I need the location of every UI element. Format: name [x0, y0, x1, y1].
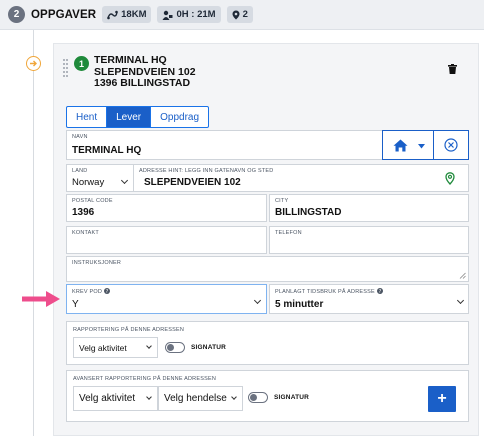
stop-name: TERMINAL HQ	[94, 54, 167, 66]
header-title: OPPGAVER	[31, 8, 97, 21]
country-select[interactable]: LAND Norway	[66, 164, 134, 192]
home-icon	[393, 139, 408, 152]
duration-chip: 0H : 21M	[157, 6, 221, 23]
chevron-down-icon	[456, 296, 465, 305]
timeline-line	[33, 30, 34, 436]
name-field[interactable]: NAVN TERMINAL HQ	[66, 130, 383, 160]
pod-label: KREV POD ?	[72, 288, 110, 295]
city-field[interactable]: CITY BILLINGSTAD	[269, 194, 469, 222]
name-label: NAVN	[72, 134, 88, 140]
tab-hent[interactable]: Hent	[67, 107, 108, 127]
postal-code-field[interactable]: POSTAL CODE 1396	[66, 194, 267, 222]
advanced-signature-toggle[interactable]	[248, 392, 268, 403]
reporting-activity-select[interactable]: Velg aktivitet	[73, 337, 158, 358]
home-dropdown-button[interactable]	[382, 130, 434, 160]
drag-handle-icon[interactable]	[63, 59, 69, 77]
chevron-down-icon	[418, 144, 425, 149]
advanced-event-select[interactable]: Velg hendelse	[158, 386, 243, 411]
stops-chip: 2	[226, 6, 253, 23]
chevron-down-icon	[146, 343, 152, 349]
stop-address: TERMINAL HQ SLEPENDVEIEN 102 1396 BILLIN…	[94, 54, 196, 90]
svg-text:?: ?	[105, 289, 108, 294]
advanced-signature-label: SIGNATUR	[274, 394, 310, 401]
tab-lever[interactable]: Lever	[107, 107, 152, 127]
reporting-signature-label: SIGNATUR	[191, 344, 227, 351]
country-value: Norway	[72, 177, 105, 188]
advanced-event-value: Velg hendelse	[164, 393, 227, 404]
instructions-textarea[interactable]: INSTRUKSJONER	[66, 256, 469, 282]
planned-time-select[interactable]: PLANLAGT TIDSBRUK PÅ ADRESSE ? 5 minutte…	[269, 284, 469, 314]
location-pin-icon[interactable]	[445, 172, 455, 185]
chevron-down-icon	[146, 394, 152, 400]
postal-code-value: 1396	[72, 207, 95, 218]
contact-label: KONTAKT	[72, 230, 99, 236]
svg-text:?: ?	[378, 289, 381, 294]
duration-value: 0H : 21M	[176, 9, 216, 20]
resize-handle-icon[interactable]	[459, 272, 466, 279]
help-icon[interactable]: ?	[103, 288, 110, 295]
planned-time-label: PLANLAGT TIDSBRUK PÅ ADRESSE ?	[275, 288, 383, 295]
add-report-button[interactable]: +	[428, 386, 456, 412]
planned-time-value: 5 minutter	[275, 299, 324, 310]
step-number-badge: 2	[8, 6, 25, 23]
address-label: ADRESSE HINT: LEGG INN GATENAVN OG STED	[139, 168, 274, 174]
reporting-label: RAPPORTERING PÅ DENNE ADRESSEN	[73, 327, 185, 333]
trash-icon[interactable]	[448, 64, 457, 74]
stops-value: 2	[242, 9, 248, 20]
reporting-signature-toggle[interactable]	[165, 342, 185, 353]
advanced-activity-value: Velg aktivitet	[79, 393, 136, 404]
header-bar: 2 OPPGAVER 18KM 0H : 21M 2	[0, 0, 484, 30]
stop-postal-city: 1396 BILLINGSTAD	[94, 77, 191, 89]
task-type-tabs: Hent Lever Oppdrag	[66, 106, 210, 128]
chevron-down-icon	[231, 394, 237, 400]
location-pin-icon	[232, 10, 240, 19]
advanced-reporting-label: AVANSERT RAPPORTERING PÅ DENNE ADRESSEN	[73, 376, 216, 382]
city-value: BILLINGSTAD	[275, 207, 342, 218]
distance-chip: 18KM	[102, 6, 152, 23]
phone-label: TELEFON	[275, 230, 302, 236]
clear-icon	[444, 138, 458, 152]
help-icon[interactable]: ?	[376, 288, 383, 295]
address-field[interactable]: ADRESSE HINT: LEGG INN GATENAVN OG STED …	[133, 164, 469, 192]
postal-code-label: POSTAL CODE	[72, 198, 113, 204]
clear-button[interactable]	[433, 130, 469, 160]
chevron-down-icon	[120, 176, 129, 185]
arrow-right-icon[interactable]	[26, 56, 41, 71]
instructions-label: INSTRUKSJONER	[72, 260, 122, 266]
address-value: SLEPENDVEIEN 102	[144, 177, 241, 188]
pointer-arrow-icon	[22, 291, 60, 307]
pod-value: Y	[72, 299, 79, 310]
contact-field[interactable]: KONTAKT	[66, 226, 267, 254]
driver-icon	[162, 10, 173, 20]
country-label: LAND	[72, 168, 88, 174]
name-value: TERMINAL HQ	[72, 145, 142, 156]
stop-number-badge: 1	[74, 56, 89, 71]
pod-select[interactable]: KREV POD ? Y	[66, 284, 267, 314]
distance-value: 18KM	[121, 9, 147, 20]
city-label: CITY	[275, 198, 289, 204]
chevron-down-icon	[253, 296, 262, 305]
advanced-activity-select[interactable]: Velg aktivitet	[73, 386, 158, 411]
reporting-activity-value: Velg aktivitet	[79, 342, 127, 353]
route-icon	[107, 10, 118, 19]
phone-field[interactable]: TELEFON	[269, 226, 469, 254]
tab-oppdrag[interactable]: Oppdrag	[151, 107, 208, 127]
